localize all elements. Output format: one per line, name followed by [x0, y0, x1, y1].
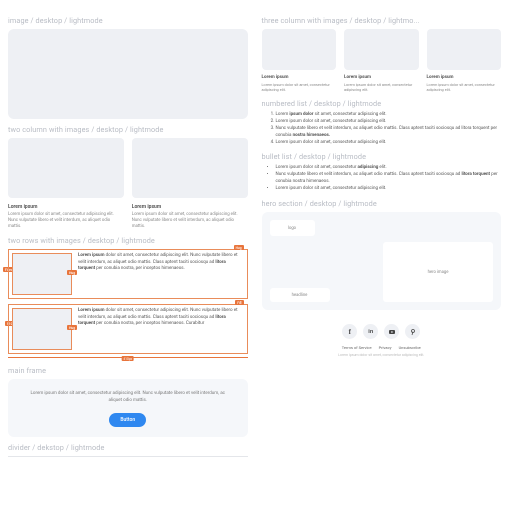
hero-headline: headline [270, 288, 330, 302]
three-col-item[interactable]: Lorem ipsum Lorem ipsum dolor sit amet, … [344, 29, 419, 93]
three-col-title: Lorem ipsum [427, 75, 502, 80]
main-frame-body: Lorem ipsum dolor sit amet, consectetur … [26, 391, 230, 405]
label-hero: hero section / desktop / lightmode [262, 199, 502, 208]
footer: f in Terms of Service Privacy Unsubscrib… [262, 324, 502, 358]
hero-image: hero image [383, 242, 493, 302]
label-numbered: numbered list / desktop / lightmode [262, 99, 502, 108]
three-col-title: Lorem ipsum [344, 75, 419, 80]
tag-hug: Hug [234, 245, 244, 250]
label-image: image / desktop / lightmode [8, 16, 248, 25]
two-row-image: Hug [12, 253, 72, 295]
two-col-body: Lorem ipsum dolor sit amet, consectetur … [132, 212, 248, 230]
two-row-text: Lorem ipsum dolor sit amet, consectetur … [78, 308, 244, 350]
youtube-icon[interactable] [384, 324, 399, 339]
dimension-label: 410px [121, 356, 134, 361]
two-row-text: Lorem ipsum dolor sit amet, consectetur … [78, 253, 244, 295]
linkedin-icon[interactable]: in [363, 324, 378, 339]
three-col-item[interactable]: Lorem ipsum Lorem ipsum dolor sit amet, … [262, 29, 337, 93]
facebook-icon[interactable]: f [342, 324, 357, 339]
numbered-list[interactable]: Lorem ipsum dolor sit amet, consectetur … [262, 112, 502, 147]
tag-hug-inner: Hug [67, 270, 77, 275]
three-col-title: Lorem ipsum [262, 75, 337, 80]
social-row: f in [262, 324, 502, 339]
footer-link-unsubscribe[interactable]: Unsubscribe [399, 345, 421, 350]
footer-links: Terms of Service Privacy Unsubscribe [262, 345, 502, 350]
hero-section[interactable]: logo headline hero image [262, 212, 502, 310]
three-col-item[interactable]: Lorem ipsum Lorem ipsum dolor sit amet, … [427, 29, 502, 93]
bullet-list[interactable]: Lorem ipsum dolor sit amet, consectetur … [262, 165, 502, 193]
two-col-title: Lorem ipsum [8, 204, 124, 210]
footer-link-privacy[interactable]: Privacy [379, 345, 392, 350]
footer-subtext: Lorem ipsum dolor sit amet, consectetur … [262, 353, 502, 358]
hero-left: headline [270, 242, 378, 302]
three-col-body: Lorem ipsum dolor sit amet, consectetur … [427, 82, 502, 93]
list-item: Nunc vulputate libero et velit interdum,… [276, 172, 502, 186]
three-col-image [427, 29, 502, 70]
two-column-row: Lorem ipsum Lorem ipsum dolor sit amet, … [8, 138, 248, 230]
list-item: Lorem ipsum dolor sit amet, consectetur … [276, 119, 502, 126]
three-col-body: Lorem ipsum dolor sit amet, consectetur … [262, 82, 337, 93]
label-two-rows: two rows with images / desktop / lightmo… [8, 236, 248, 245]
list-item: Lorem ipsum dolor sit amet, consectetur … [276, 112, 502, 119]
primary-button[interactable]: Button [109, 413, 146, 427]
two-rows-container: Fixed F10px Hug Hug Lorem ipsum dolor si… [8, 249, 248, 354]
two-col-image [132, 138, 248, 198]
three-column-row: Lorem ipsum Lorem ipsum dolor sit amet, … [262, 29, 502, 93]
label-main-frame: main frame [8, 366, 248, 375]
hero-logo: logo [270, 220, 315, 236]
hero-row: headline hero image [270, 242, 494, 302]
tag-hug-inner: Hug [67, 325, 77, 330]
label-two-col: two column with images / desktop / light… [8, 125, 248, 134]
two-col-body: Lorem ipsum dolor sit amet, consectetur … [8, 212, 124, 230]
two-col-title: Lorem ipsum [132, 204, 248, 210]
two-col-image [8, 138, 124, 198]
list-item: Nunc vulputate libero et velit interdum,… [276, 126, 502, 140]
pinterest-icon[interactable] [405, 324, 420, 339]
footer-link-tos[interactable]: Terms of Service [342, 345, 372, 350]
three-col-image [262, 29, 337, 70]
image-placeholder[interactable] [8, 29, 248, 119]
three-col-body: Lorem ipsum dolor sit amet, consectetur … [344, 82, 419, 93]
two-col-item[interactable]: Lorem ipsum Lorem ipsum dolor sit amet, … [132, 138, 248, 230]
tag-fill: Fill [235, 300, 243, 305]
divider-line [8, 456, 248, 457]
two-row-item[interactable]: Hug Hug Lorem ipsum dolor sit amet, cons… [8, 249, 248, 299]
three-col-image [344, 29, 419, 70]
right-column: three column with images / desktop / lig… [262, 10, 502, 502]
two-row-image: Hug [12, 308, 72, 350]
label-bullet: bullet list / desktop / lightmode [262, 152, 502, 161]
two-row-item[interactable]: Fill Hug Lorem ipsum dolor sit amet, con… [8, 304, 248, 354]
label-three-col: three column with images / desktop / lig… [262, 16, 502, 25]
main-frame[interactable]: Lorem ipsum dolor sit amet, consectetur … [8, 379, 248, 437]
left-column: image / desktop / lightmode two column w… [8, 10, 248, 502]
label-divider: divider / dekstop / lightmode [8, 443, 248, 452]
list-item: Lorem ipsum dolor sit amet, consectetur … [276, 186, 502, 193]
list-item: Lorem ipsum dolor sit amet, consectetur … [276, 140, 502, 147]
two-col-item[interactable]: Lorem ipsum Lorem ipsum dolor sit amet, … [8, 138, 124, 230]
